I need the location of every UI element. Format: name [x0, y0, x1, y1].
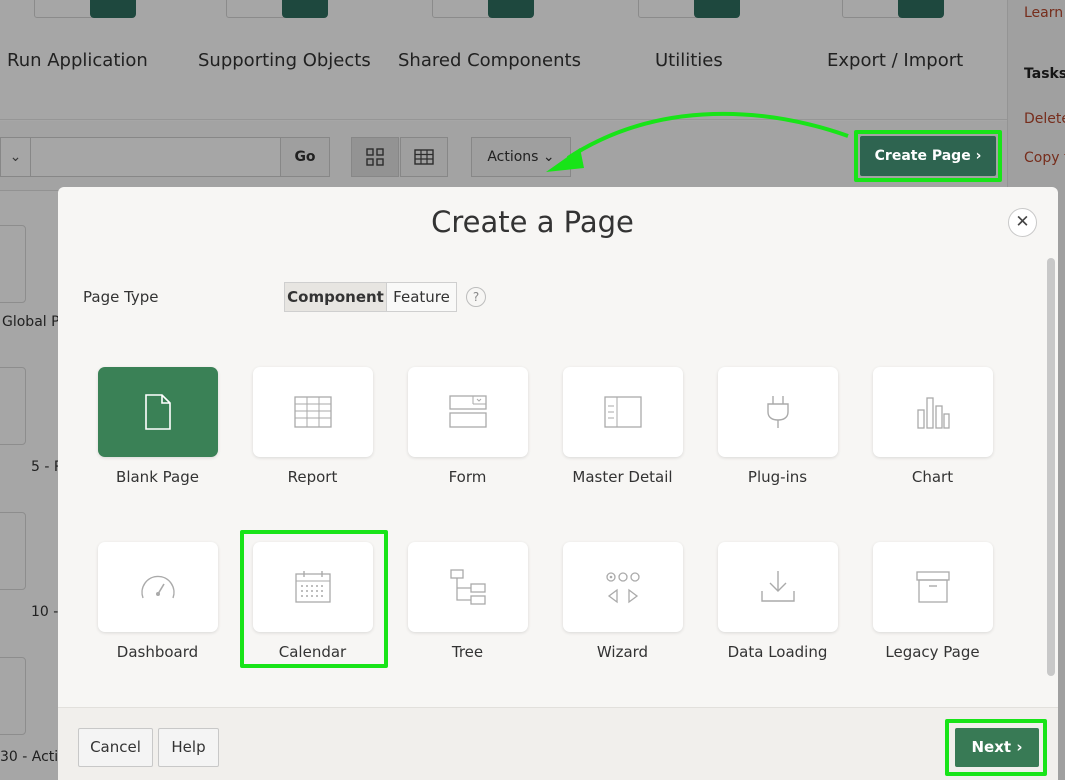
- segment-component[interactable]: Component: [284, 282, 387, 312]
- chevron-right-icon: ›: [975, 148, 982, 164]
- calendar-icon: [295, 571, 331, 603]
- dialog-scrollbar[interactable]: [1047, 258, 1055, 676]
- segment-feature[interactable]: Feature: [386, 282, 457, 312]
- wizard-icon: [606, 572, 640, 604]
- page-type-tree[interactable]: [408, 542, 528, 632]
- legacy-page-icon: [916, 571, 950, 603]
- plug-in-icon: [767, 396, 789, 428]
- next-label: Next: [971, 738, 1012, 756]
- page-type-label: Blank Page: [116, 468, 199, 486]
- dashboard-icon: [141, 575, 175, 599]
- page-type-label: Report: [287, 468, 338, 486]
- page-type-label: Calendar: [278, 643, 347, 661]
- page-type-label: Legacy Page: [885, 643, 980, 661]
- page-type-label: Tree: [451, 643, 484, 661]
- page-type-label: Chart: [911, 468, 954, 486]
- page-type-label: Wizard: [596, 643, 649, 661]
- help-button[interactable]: Help: [158, 728, 219, 767]
- page-type-report[interactable]: [253, 367, 373, 457]
- page-type-label: Form: [448, 468, 487, 486]
- cancel-button[interactable]: Cancel: [78, 728, 153, 767]
- create-page-button[interactable]: Create Page ›: [860, 136, 996, 176]
- help-icon[interactable]: ?: [466, 287, 486, 307]
- page-type-form[interactable]: [408, 367, 528, 457]
- page-type-legacy-page[interactable]: [873, 542, 993, 632]
- page-type-master-detail[interactable]: [563, 367, 683, 457]
- page-type-calendar[interactable]: [253, 542, 373, 632]
- chevron-right-icon: ›: [1016, 738, 1023, 756]
- page-type-plug-ins[interactable]: [718, 367, 838, 457]
- page-type-blank-page[interactable]: [98, 367, 218, 457]
- data-loading-icon: [761, 571, 795, 602]
- page-type-chart[interactable]: [873, 367, 993, 457]
- page-type-label: Data Loading: [727, 643, 828, 661]
- annotation-arrow-icon: [546, 111, 849, 172]
- master-detail-icon: [604, 396, 642, 428]
- page-type-label: Dashboard: [116, 643, 199, 661]
- report-icon: [294, 396, 332, 428]
- close-icon[interactable]: ✕: [1008, 208, 1037, 237]
- blank-page-icon: [145, 394, 171, 430]
- next-button[interactable]: Next ›: [955, 728, 1039, 767]
- page-type-wizard[interactable]: [563, 542, 683, 632]
- page-type-dashboard[interactable]: [98, 542, 218, 632]
- page-type-label: Plug-ins: [747, 468, 808, 486]
- chart-icon: [917, 397, 950, 429]
- page-type-data-loading[interactable]: [718, 542, 838, 632]
- create-page-label: Create Page: [874, 148, 971, 164]
- page-type-label: Master Detail: [572, 468, 673, 486]
- dialog-title: Create a Page: [431, 205, 634, 239]
- tree-icon: [450, 569, 486, 605]
- page-type-label: Page Type: [83, 288, 159, 306]
- form-icon: [449, 395, 487, 428]
